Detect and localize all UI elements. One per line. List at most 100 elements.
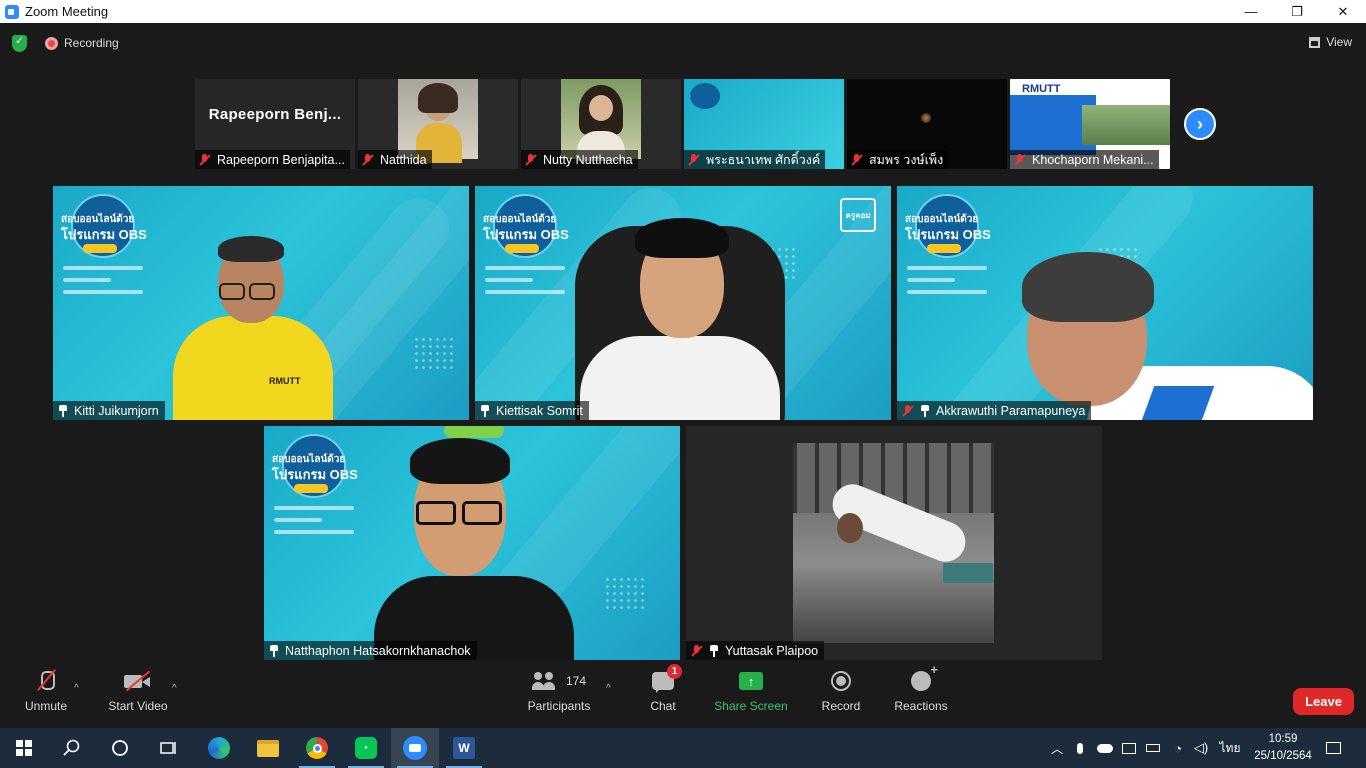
security-shield-icon[interactable] bbox=[12, 34, 27, 52]
language-indicator: ไทย bbox=[1219, 740, 1241, 755]
taskbar-app-chrome[interactable] bbox=[293, 728, 341, 768]
tray-onedrive[interactable] bbox=[1094, 728, 1116, 768]
mic-muted-icon bbox=[691, 644, 703, 657]
window-controls: — ❐ ✕ bbox=[1228, 0, 1366, 23]
participants-options-caret[interactable]: ^ bbox=[606, 683, 611, 694]
banner-line2: โปรแกรม OBS bbox=[905, 227, 991, 242]
participant-name: Rapeeporn Benjapita... bbox=[217, 152, 345, 167]
participant-label: Kitti Juikumjorn bbox=[53, 401, 165, 420]
thumbnail-tile[interactable]: สมพร วงษ์เพ็ง bbox=[847, 79, 1007, 169]
pin-icon bbox=[58, 404, 68, 417]
mic-off-icon bbox=[35, 669, 57, 693]
taskbar-app-word[interactable]: W bbox=[440, 728, 488, 768]
thumbnail-tile[interactable]: RMUTT Khochaporn Mekani... bbox=[1010, 79, 1170, 169]
participants-count: 174 bbox=[565, 674, 587, 688]
participant-name: Nutty Nutthacha bbox=[543, 152, 633, 167]
pin-icon bbox=[269, 644, 279, 657]
participant-name: Kiettisak Somrit bbox=[496, 403, 583, 418]
unmute-button[interactable]: Unmute bbox=[20, 663, 72, 728]
leave-button[interactable]: Leave bbox=[1293, 688, 1354, 715]
maximize-button[interactable]: ❐ bbox=[1274, 0, 1320, 23]
zoom-app-icon bbox=[5, 4, 19, 19]
chevron-up-icon: ︿ bbox=[1050, 741, 1063, 756]
participant-label: สมพร วงษ์เพ็ง bbox=[847, 150, 949, 169]
thumbnail-tile[interactable]: พระธนาเทพ ศักดิ์วงค์ bbox=[684, 79, 844, 169]
reactions-icon bbox=[911, 662, 938, 691]
tray-battery[interactable] bbox=[1142, 728, 1164, 768]
reactions-button[interactable]: Reactions bbox=[893, 662, 949, 728]
participant-name: Kitti Juikumjorn bbox=[74, 403, 159, 418]
task-view-button[interactable] bbox=[144, 728, 192, 768]
video-tile[interactable]: สอบออนไลน์ด้วย โปรแกรม OBS ครูคอม Kietti… bbox=[475, 186, 891, 420]
banner-line2: โปรแกรม OBS bbox=[483, 227, 569, 242]
taskbar-app-file-explorer[interactable] bbox=[244, 728, 292, 768]
tray-wifi[interactable]: ◔ bbox=[1166, 728, 1190, 768]
taskbar-app-edge[interactable] bbox=[195, 728, 243, 768]
video-options-caret[interactable]: ^ bbox=[172, 683, 177, 694]
share-screen-icon: ↑ bbox=[739, 672, 763, 690]
meeting-topbar: Recording View bbox=[0, 23, 1366, 63]
search-icon bbox=[63, 739, 80, 756]
bg-dots bbox=[413, 336, 453, 372]
slide-photo bbox=[1082, 105, 1170, 145]
obs-badge-icon bbox=[690, 83, 720, 109]
pin-icon bbox=[480, 404, 490, 417]
meeting-area: Recording View Rapeeporn Benj... Rapeepo… bbox=[0, 23, 1366, 728]
start-button[interactable] bbox=[0, 728, 48, 768]
tray-volume[interactable]: ◁) bbox=[1190, 728, 1212, 768]
wifi-icon: ◔ bbox=[1174, 740, 1182, 756]
audio-options-caret[interactable]: ^ bbox=[74, 683, 79, 694]
thumbnail-tile[interactable]: Natthida bbox=[358, 79, 518, 169]
video-tile[interactable]: สอบออนไลน์ด้วย โปรแกรม OBS RMUTT Kitti J… bbox=[53, 186, 469, 420]
banner-info bbox=[907, 266, 987, 302]
cortana-button[interactable] bbox=[96, 728, 144, 768]
chat-button[interactable]: 1 Chat bbox=[648, 663, 682, 728]
tray-language[interactable]: ไทย bbox=[1216, 728, 1244, 768]
minimize-button[interactable]: — bbox=[1228, 0, 1274, 23]
participant-video bbox=[561, 79, 641, 161]
start-video-button[interactable]: Start Video bbox=[106, 663, 170, 728]
chip-badge-icon: ครูคอม bbox=[840, 198, 876, 232]
tray-overflow-button[interactable]: ︿ bbox=[1046, 728, 1068, 768]
taskbar-search[interactable] bbox=[48, 728, 96, 768]
video-tile[interactable]: Yuttasak Plaipoo bbox=[686, 426, 1102, 660]
unmute-label: Unmute bbox=[24, 699, 68, 713]
share-screen-button[interactable]: ↑ Share Screen bbox=[714, 663, 788, 728]
banner-info bbox=[63, 266, 143, 302]
leaf-filter-icon bbox=[444, 426, 504, 438]
windows-start-icon bbox=[16, 740, 32, 756]
banner-info bbox=[274, 506, 354, 542]
mic-muted-icon bbox=[688, 153, 700, 166]
participant-name: Yuttasak Plaipoo bbox=[725, 643, 819, 658]
taskbar-app-line[interactable]: ● bbox=[342, 728, 390, 768]
next-page-button[interactable]: › bbox=[1184, 108, 1216, 140]
participants-button[interactable]: 174 Participants bbox=[526, 663, 592, 728]
task-view-icon bbox=[160, 742, 176, 754]
participant-video bbox=[921, 113, 931, 123]
thumbnail-tile[interactable]: Nutty Nutthacha bbox=[521, 79, 681, 169]
notifications-button[interactable] bbox=[1320, 728, 1346, 768]
file-explorer-icon bbox=[257, 739, 279, 757]
record-button[interactable]: Record bbox=[820, 663, 862, 728]
close-button[interactable]: ✕ bbox=[1320, 0, 1366, 23]
participant-label: Kiettisak Somrit bbox=[475, 401, 589, 420]
video-tile[interactable]: สอบออนไลน์ด้วย โปรแกรม OBS Akkrawuthi Pa… bbox=[897, 186, 1313, 420]
window-title: Zoom Meeting bbox=[25, 4, 109, 19]
participants-label: Participants bbox=[527, 699, 591, 713]
obs-banner: สอบออนไลน์ด้วย โปรแกรม OBS bbox=[483, 194, 571, 264]
tray-app[interactable] bbox=[1118, 728, 1140, 768]
window-titlebar: Zoom Meeting — ❐ ✕ bbox=[0, 0, 1366, 23]
tray-mic[interactable] bbox=[1070, 728, 1090, 768]
obs-banner: สอบออนไลน์ด้วย โปรแกรม OBS bbox=[905, 194, 993, 264]
thumbnail-tile[interactable]: Rapeeporn Benj... Rapeeporn Benjapita... bbox=[195, 79, 355, 169]
microphone-icon bbox=[1077, 742, 1083, 754]
chevron-right-icon: › bbox=[1197, 113, 1203, 134]
zoom-icon bbox=[403, 736, 427, 760]
video-tile[interactable]: สอบออนไลน์ด้วย โปรแกรม OBS Natthaphon Ha… bbox=[264, 426, 680, 660]
recording-indicator[interactable]: Recording bbox=[45, 36, 119, 50]
start-video-label: Start Video bbox=[108, 699, 168, 713]
taskbar-app-zoom[interactable] bbox=[391, 728, 439, 768]
taskbar-clock[interactable]: 10:59 25/10/2564 bbox=[1248, 731, 1318, 765]
view-button[interactable]: View bbox=[1309, 35, 1352, 49]
participant-label: พระธนาเทพ ศักดิ์วงค์ bbox=[684, 150, 826, 169]
